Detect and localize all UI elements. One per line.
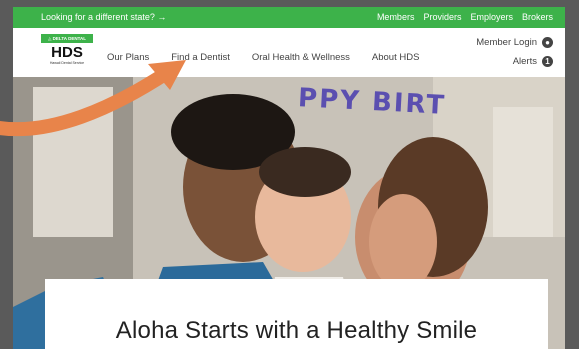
alerts-link[interactable]: Alerts 1 bbox=[476, 54, 553, 68]
user-icon: ● bbox=[542, 36, 553, 48]
member-login-label: Member Login bbox=[476, 36, 537, 48]
member-login-link[interactable]: Member Login ● bbox=[476, 35, 553, 49]
brokers-link[interactable]: Brokers bbox=[522, 12, 553, 22]
hero-headline: Aloha Starts with a Healthy Smile bbox=[115, 317, 478, 344]
browser-page: Looking for a different state? → Members… bbox=[13, 7, 565, 349]
nav-our-plans[interactable]: Our Plans bbox=[107, 52, 149, 63]
main-navigation: ◬ DELTA DENTAL HDS Hawaii Dental Service… bbox=[13, 28, 565, 77]
providers-link[interactable]: Providers bbox=[423, 12, 461, 22]
top-utility-bar: Looking for a different state? → Members… bbox=[13, 7, 565, 28]
account-utilities: Member Login ● Alerts 1 bbox=[476, 35, 553, 73]
alert-count-badge: 1 bbox=[542, 55, 553, 67]
headline-card: Aloha Starts with a Healthy Smile bbox=[45, 279, 548, 349]
nav-find-a-dentist[interactable]: Find a Dentist bbox=[171, 52, 230, 63]
different-state-link[interactable]: Looking for a different state? → bbox=[41, 12, 166, 22]
hero-section: PPY BIRT Aloha Starts with a Healthy Smi… bbox=[13, 77, 565, 349]
logo-wordmark: HDS bbox=[51, 44, 83, 61]
logo-subtitle: Hawaii Dental Service bbox=[49, 61, 85, 65]
delta-dental-badge: ◬ DELTA DENTAL bbox=[41, 34, 93, 43]
hds-logo[interactable]: ◬ DELTA DENTAL HDS Hawaii Dental Service bbox=[41, 34, 93, 68]
nav-about-hds[interactable]: About HDS bbox=[372, 52, 420, 63]
nav-oral-health-wellness[interactable]: Oral Health & Wellness bbox=[252, 52, 350, 63]
members-link[interactable]: Members bbox=[377, 12, 415, 22]
alerts-label: Alerts bbox=[512, 55, 537, 67]
employers-link[interactable]: Employers bbox=[470, 12, 513, 22]
primary-menu: Our Plans Find a Dentist Oral Health & W… bbox=[107, 52, 441, 63]
audience-links: Members Providers Employers Brokers bbox=[377, 12, 553, 22]
